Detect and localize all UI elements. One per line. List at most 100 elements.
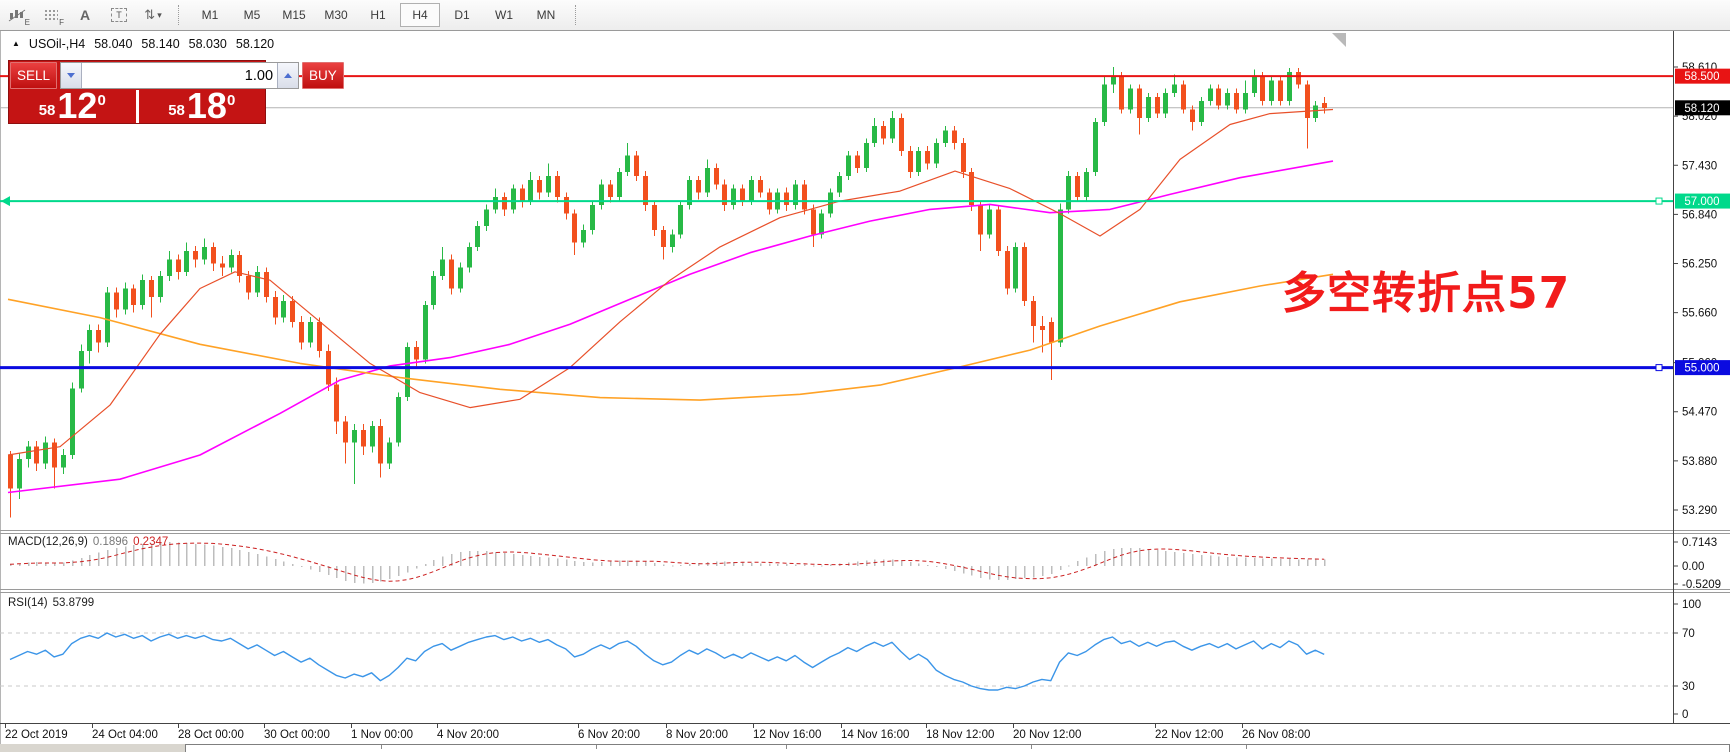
ohlc-high: 58.140 xyxy=(141,37,179,51)
grid-glyph xyxy=(44,9,58,21)
icon-sub-label: E xyxy=(25,18,30,27)
price-axis-label: 53.880 xyxy=(1682,456,1717,468)
tf-button-m15[interactable]: M15 xyxy=(274,3,314,27)
price-axis-label: 53.290 xyxy=(1682,505,1717,517)
hline-drag-marker[interactable] xyxy=(1656,365,1662,371)
price-axis-label: 55.660 xyxy=(1682,308,1717,320)
time-axis-label: 26 Nov 08:00 xyxy=(1242,729,1310,741)
time-axis-label: 14 Nov 16:00 xyxy=(841,729,909,741)
triangle-up-icon xyxy=(284,73,292,78)
rsi-axis-label: 70 xyxy=(1682,628,1695,640)
grid-icon[interactable]: F xyxy=(36,3,66,27)
price-axis-label: 57.430 xyxy=(1682,160,1717,172)
rsi-line xyxy=(10,633,1324,690)
hline-left-arrow xyxy=(1,196,10,206)
scroll-to-end-marker[interactable] xyxy=(1332,33,1346,47)
candlestick-glyph xyxy=(8,7,26,23)
time-axis-label: 28 Oct 00:00 xyxy=(178,729,244,741)
symbol-info-bar: ▲ USOil-,H4 58.040 58.140 58.030 58.120 xyxy=(12,37,274,51)
macd-axis-label: 0.7143 xyxy=(1682,537,1717,549)
ma-magenta-line xyxy=(8,161,1333,492)
tf-button-d1[interactable]: D1 xyxy=(442,3,482,27)
chart-annotation-text: 多空转折点57 xyxy=(1282,257,1570,321)
toolbar-grip[interactable] xyxy=(178,5,181,25)
buy-price[interactable]: 58180 xyxy=(139,90,266,123)
chevron-down-icon: ▾ xyxy=(157,10,162,21)
tick-mark xyxy=(381,745,382,749)
tick-mark xyxy=(1246,745,1247,749)
text-label-icon[interactable]: A xyxy=(70,3,100,27)
time-axis-label: 20 Nov 12:00 xyxy=(1013,729,1081,741)
hline-price-badge xyxy=(1675,360,1730,375)
hline-price-badge xyxy=(1675,69,1730,84)
rsi-axis-label: 30 xyxy=(1682,681,1695,693)
current-price-badge xyxy=(1675,100,1730,115)
arrows-objects-icon[interactable]: ⇅ ▾ xyxy=(138,3,168,27)
price-axis-label: 55.060 xyxy=(1682,358,1717,370)
chart-toolbar: E F A T ⇅ ▾ M1 M5 M15 M30 H1 H4 D1 W1 MN xyxy=(0,0,1730,31)
sell-button[interactable]: SELL xyxy=(10,62,57,89)
indicator-chart-icon[interactable]: E xyxy=(2,3,32,27)
toolbar-grip[interactable] xyxy=(575,5,578,25)
volume-increase-button[interactable] xyxy=(277,63,298,88)
rsi-value: 53.8799 xyxy=(53,597,95,609)
volume-input[interactable] xyxy=(82,63,277,88)
rsi-axis-label: 100 xyxy=(1682,599,1701,611)
text-box-icon[interactable]: T xyxy=(104,3,134,27)
macd-signal-value: 0.2347 xyxy=(133,536,168,548)
svg-text:58.120: 58.120 xyxy=(1684,103,1719,115)
tf-button-m30[interactable]: M30 xyxy=(316,3,356,27)
price-axis-label: 58.020 xyxy=(1682,111,1717,123)
tf-button-m5[interactable]: M5 xyxy=(232,3,272,27)
svg-text:58.500: 58.500 xyxy=(1684,71,1719,83)
buy-button[interactable]: BUY xyxy=(302,62,344,89)
price-axis-label: 56.840 xyxy=(1682,209,1717,221)
macd-signal-line xyxy=(10,543,1324,581)
svg-text:55.000: 55.000 xyxy=(1684,363,1719,375)
time-axis-label: 24 Oct 04:00 xyxy=(92,729,158,741)
window-bottom-strip xyxy=(0,744,1730,752)
macd-histogram xyxy=(10,542,1326,583)
tick-mark xyxy=(596,745,597,749)
volume-decrease-button[interactable] xyxy=(61,63,82,88)
macd-axis-label: -0.5209 xyxy=(1682,579,1721,591)
price-axis-label: 58.610 xyxy=(1682,62,1717,74)
price-axis-label: 56.250 xyxy=(1682,259,1717,271)
time-axis-label: 4 Nov 20:00 xyxy=(437,729,499,741)
collapse-arrow-icon[interactable]: ▲ xyxy=(12,39,20,48)
sell-price[interactable]: 58120 xyxy=(9,90,136,123)
tick-mark xyxy=(1031,745,1032,749)
tick-mark xyxy=(786,745,787,749)
macd-axis-label: 0.00 xyxy=(1682,561,1704,573)
hline-drag-marker[interactable] xyxy=(1656,198,1662,204)
tf-button-w1[interactable]: W1 xyxy=(484,3,524,27)
time-axis[interactable]: 22 Oct 2019 24 Oct 04:00 28 Oct 00:00 30 Oc… xyxy=(5,723,1310,741)
one-click-trading-panel: SELL BUY 58120 58180 xyxy=(8,60,266,124)
time-axis-label: 12 Nov 16:00 xyxy=(753,729,821,741)
time-axis-label: 22 Nov 12:00 xyxy=(1155,729,1223,741)
ma-orange-line xyxy=(8,274,1333,400)
time-axis-label: 22 Oct 2019 xyxy=(5,729,68,741)
ohlc-open: 58.040 xyxy=(94,37,132,51)
ohlc-low: 58.030 xyxy=(189,37,227,51)
macd-indicator-label: MACD(12,26,9)0.18960.2347 xyxy=(8,536,168,548)
price-axis-label: 54.470 xyxy=(1682,407,1717,419)
rsi-axis-label: 0 xyxy=(1682,709,1688,721)
macd-main-value: 0.1896 xyxy=(93,536,128,548)
ma-red-line xyxy=(8,110,1333,456)
icon-sub-label: F xyxy=(59,18,64,27)
docked-window-edge[interactable] xyxy=(185,744,1730,752)
time-axis-label: 8 Nov 20:00 xyxy=(666,729,728,741)
rsi-indicator-label: RSI(14)53.8799 xyxy=(8,597,94,609)
triangle-down-icon xyxy=(67,73,75,78)
svg-text:57.000: 57.000 xyxy=(1684,196,1719,208)
time-axis-label: 30 Oct 00:00 xyxy=(264,729,330,741)
time-axis-label: 1 Nov 00:00 xyxy=(351,729,413,741)
tf-button-h1[interactable]: H1 xyxy=(358,3,398,27)
symbol-name: USOil-,H4 xyxy=(29,37,85,51)
tf-button-mn[interactable]: MN xyxy=(526,3,566,27)
candlestick-series xyxy=(8,67,1327,517)
tf-button-m1[interactable]: M1 xyxy=(190,3,230,27)
tf-button-h4[interactable]: H4 xyxy=(400,3,440,27)
time-axis-label: 18 Nov 12:00 xyxy=(926,729,994,741)
